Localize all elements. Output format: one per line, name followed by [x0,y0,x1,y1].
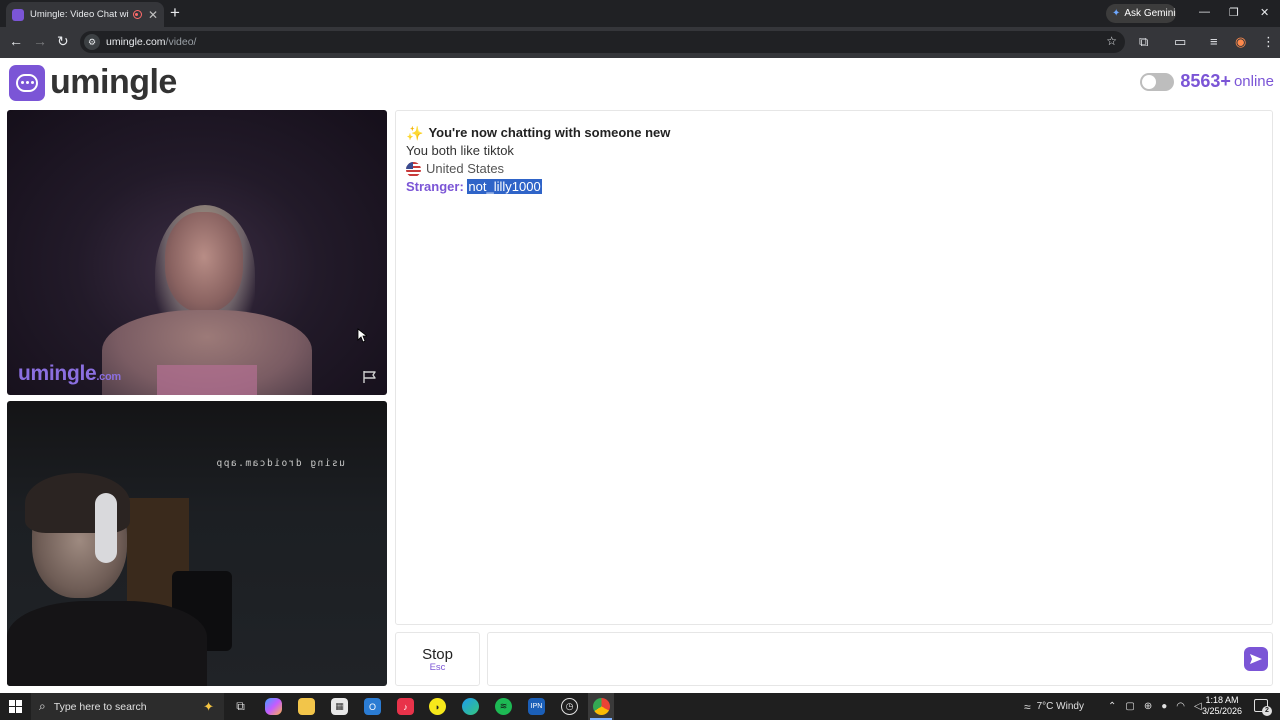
stranger-top [157,365,257,395]
clock-date: 3/25/2026 [1201,706,1242,716]
recording-indicator-icon [132,10,142,19]
tray-microphone-icon[interactable]: ● [1161,701,1167,712]
send-button[interactable] [1244,647,1268,671]
restore-window-button[interactable]: ❐ [1229,6,1239,19]
stop-label: Stop [422,646,453,663]
mouse-cursor-icon [357,328,367,343]
stranger-label: Stranger: [406,179,464,194]
profile-avatar-icon[interactable]: ◉ [1235,34,1246,50]
close-window-button[interactable]: ✕ [1260,6,1269,19]
menu-kebab-icon[interactable]: ⋮ [1262,34,1275,50]
system-tray: ⌃ ▢ ⊕ ● ◠ ◁ [1108,693,1202,720]
send-arrow-icon [1250,654,1262,664]
chrome-icon[interactable] [593,698,610,715]
stranger-face [165,212,243,312]
online-label: online [1233,73,1274,90]
extensions-icon[interactable]: ⧉ [1139,34,1148,50]
tray-volume-icon[interactable]: ◁ [1194,701,1202,712]
droidcam-overlay-text: using droidcam.app [215,458,345,469]
media-cast-icon[interactable]: ▭ [1174,34,1186,50]
itunes-icon[interactable]: ♪ [397,698,414,715]
sparkle-icon: ✨ [406,125,424,141]
clock-time: 1:18 AM [1205,695,1239,705]
tab-search-icon[interactable]: ≡ [1210,34,1218,49]
windows-taskbar: ⌕ Type here to search ✦ ⧉ ▦ O ♪ ◗ ≋ IPN … [0,693,1280,720]
site-info-icon[interactable]: ⚙ [84,34,100,50]
chat-log: ✨ You're now chatting with someone new Y… [395,110,1273,625]
outlook-icon[interactable]: O [364,698,381,715]
chat-intro-line: ✨ You're now chatting with someone new [406,124,1262,142]
browser-toolbar: ← → ↻ ⚙ umingle.com /video/ ☆ ⧉ ▭ ≡ ◉ ⋮ [0,27,1280,58]
copilot-icon[interactable] [265,698,282,715]
umingle-logo[interactable]: umingle [9,63,177,102]
self-video: using droidcam.app [7,401,387,686]
ask-gemini-label: Ask Gemini [1124,8,1176,19]
logo-text: umingle [50,63,177,101]
gemini-sparkle-icon: ✦ [1112,8,1121,19]
weather-text: 7°C Windy [1036,701,1084,712]
umingle-favicon-icon [12,8,24,21]
online-count: 8563+ [1180,71,1231,91]
us-flag-icon [406,161,421,177]
vpn-app-icon[interactable]: IPN [528,698,545,715]
chat-bubble-logo-icon [9,64,45,101]
self-body [7,601,207,686]
tray-chevron-up-icon[interactable]: ⌃ [1108,701,1116,712]
bookmark-star-icon[interactable]: ☆ [1106,34,1117,48]
microsoft-store-icon[interactable]: ▦ [331,698,348,715]
url-host: umingle.com [106,36,166,48]
taskbar-search[interactable]: ⌕ Type here to search ✦ [31,693,224,720]
dark-mode-toggle[interactable] [1140,72,1175,91]
umingle-watermark: umingle.com [18,362,121,386]
headset [95,493,117,563]
tray-wifi-icon[interactable]: ◠ [1176,701,1185,712]
tab-close-button[interactable]: ✕ [148,8,158,22]
browser-tab[interactable]: Umingle: Video Chat with S ✕ [6,2,164,27]
country-line: United States [406,160,1262,178]
weather-widget[interactable]: ≈ 7°C Windy [1024,693,1084,720]
clock-app-icon[interactable]: ◷ [561,698,578,715]
search-highlight-icon: ✦ [203,698,214,714]
file-explorer-icon[interactable] [298,698,315,715]
taskbar-clock[interactable]: 1:18 AM 3/25/2026 [1202,695,1242,717]
taskbar-search-text: Type here to search [53,700,147,713]
new-tab-button[interactable]: + [170,3,180,23]
message-box[interactable] [487,632,1273,686]
stranger-video: umingle.com [7,110,387,395]
watermark-text: umingle [18,362,97,385]
watermark-suffix: .com [96,371,121,383]
task-view-icon[interactable]: ⧉ [232,698,249,715]
search-icon: ⌕ [39,699,46,713]
ask-gemini-button[interactable]: ✦ Ask Gemini [1106,4,1176,23]
report-flag-icon[interactable] [362,370,378,384]
url-path: /video/ [165,36,197,48]
country-text: United States [426,161,505,176]
notification-count: 2 [1262,706,1272,716]
online-counter: 8563+ online [1140,71,1274,92]
stop-button[interactable]: Stop Esc [395,632,480,686]
browser-tab-bar: Umingle: Video Chat with S ✕ + ✦ Ask Gem… [0,0,1280,27]
reload-icon[interactable]: ↻ [57,33,69,50]
snapchat-icon[interactable]: ◗ [429,698,446,715]
back-arrow-icon[interactable]: ← [9,33,23,49]
weather-wind-icon: ≈ [1024,699,1031,714]
windows-start-icon[interactable] [9,700,22,713]
common-interest-line: You both like tiktok [406,143,514,158]
stranger-message-line: Stranger: not_lilly1000 [406,178,1262,196]
chat-intro-text: You're now chatting with someone new [428,125,671,140]
tray-network-icon[interactable]: ⊕ [1144,701,1152,712]
message-input[interactable] [488,633,1272,685]
tray-device-icon[interactable]: ▢ [1125,701,1134,712]
tab-title: Umingle: Video Chat with S [30,9,129,20]
stranger-message-text[interactable]: not_lilly1000 [467,179,542,194]
edge-icon[interactable] [462,698,479,715]
forward-arrow-icon[interactable]: → [33,33,47,49]
address-bar[interactable]: ⚙ umingle.com /video/ ☆ [80,31,1125,53]
spotify-icon[interactable]: ≋ [495,698,512,715]
minimize-window-button[interactable]: — [1199,6,1210,18]
stop-shortcut-hint: Esc [429,662,446,673]
